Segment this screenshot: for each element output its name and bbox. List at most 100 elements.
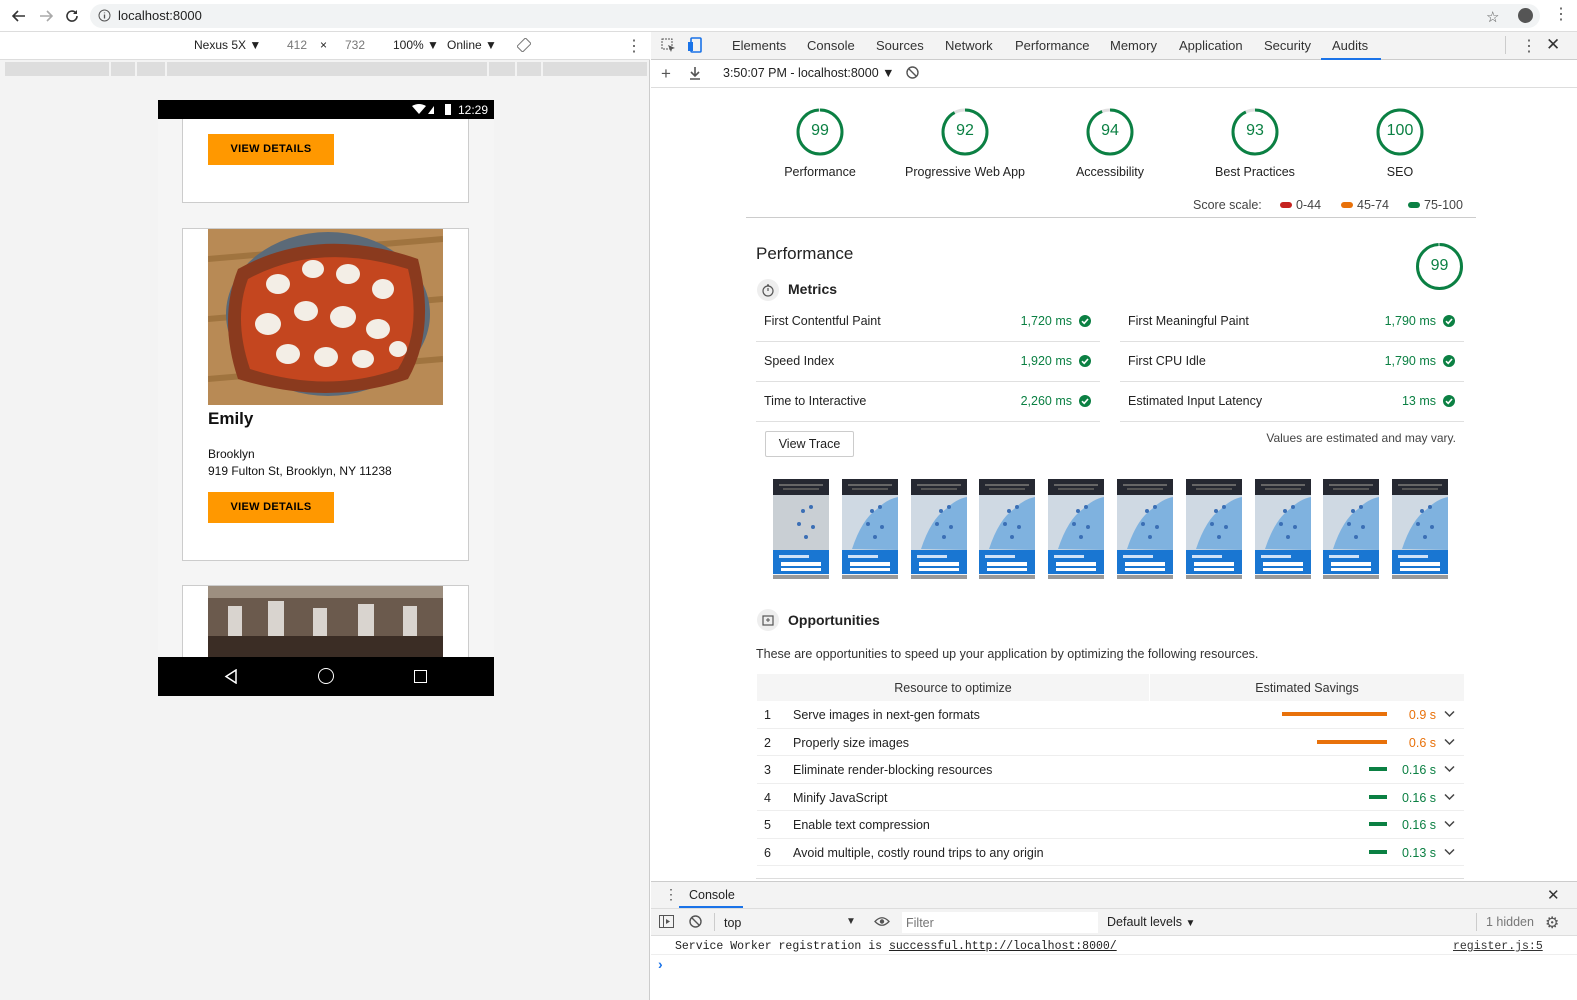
filmstrip-frame[interactable] xyxy=(1048,479,1105,579)
ruler-segment[interactable] xyxy=(5,62,111,76)
context-select[interactable]: top xyxy=(724,916,741,930)
home-nav-icon[interactable] xyxy=(318,668,334,684)
opportunity-name: Minify JavaScript xyxy=(793,790,888,805)
live-expression-eye-icon[interactable] xyxy=(874,916,890,927)
dropdown-arrow-icon: ▼ xyxy=(882,66,895,80)
score-gauge[interactable]: 92 xyxy=(940,107,990,157)
close-devtools-icon[interactable]: ✕ xyxy=(1546,35,1560,55)
inspect-element-icon[interactable] xyxy=(661,38,676,53)
clear-console-icon[interactable] xyxy=(689,915,702,928)
gauges-divider xyxy=(746,217,1476,218)
audit-session-select[interactable]: 3:50:07 PM - localhost:8000 ▼ xyxy=(723,66,895,80)
filmstrip-frame[interactable] xyxy=(1254,479,1311,579)
metric-value: 1,790 ms xyxy=(1384,354,1436,368)
log-levels-select[interactable]: Default levels ▼ xyxy=(1107,915,1195,929)
viewport-height-input[interactable]: 732 xyxy=(345,38,365,52)
chevron-down-icon[interactable] xyxy=(1444,848,1455,856)
savings-value: 0.16 s xyxy=(1401,790,1436,805)
console-message-link[interactable]: successful.http://localhost:8000/ xyxy=(889,940,1117,953)
bookmark-star-icon[interactable]: ☆ xyxy=(1486,8,1499,26)
performance-score-gauge[interactable]: 99 xyxy=(1415,242,1464,291)
gauge-score: 100 xyxy=(1386,122,1414,139)
rotate-icon[interactable] xyxy=(517,38,531,52)
tab-security[interactable]: Security xyxy=(1264,38,1311,53)
filmstrip-frame[interactable] xyxy=(773,479,829,579)
forward-icon[interactable] xyxy=(35,5,57,27)
chevron-down-icon[interactable] xyxy=(1444,738,1455,746)
dropdown-arrow-icon: ▼ xyxy=(249,38,262,52)
recents-nav-icon[interactable] xyxy=(414,670,427,683)
view-trace-button[interactable]: View Trace xyxy=(765,431,854,457)
performance-score: 99 xyxy=(1430,257,1449,274)
chevron-down-icon[interactable] xyxy=(1444,793,1455,801)
tab-application[interactable]: Application xyxy=(1179,38,1243,53)
filmstrip-frame[interactable] xyxy=(1117,479,1173,579)
filmstrip-frame[interactable] xyxy=(979,479,1036,579)
devtools-menu-icon[interactable]: ⋮ xyxy=(1521,36,1537,56)
filmstrip-frame[interactable] xyxy=(841,479,898,579)
gauge-label: SEO xyxy=(1386,165,1414,179)
score-gauge[interactable]: 100 xyxy=(1375,107,1425,157)
filmstrip-frame[interactable] xyxy=(910,479,967,579)
ruler-segment[interactable] xyxy=(167,62,489,76)
device-toolbar-menu-icon[interactable]: ⋮ xyxy=(626,36,642,56)
resource-column-header: Resource to optimize xyxy=(894,681,1012,695)
tab-elements[interactable]: Elements xyxy=(732,38,786,53)
address-bar[interactable] xyxy=(90,4,1540,28)
tab-sources[interactable]: Sources xyxy=(876,38,924,53)
zoom-select[interactable]: 100% ▼ xyxy=(393,38,439,52)
tab-console[interactable]: Console xyxy=(807,38,855,53)
tab-network[interactable]: Network xyxy=(945,38,993,53)
restaurant-photo[interactable] xyxy=(208,229,443,405)
console-drawer-tab[interactable]: Console xyxy=(689,888,735,902)
back-icon[interactable] xyxy=(8,5,30,27)
metric-name: Estimated Input Latency xyxy=(1128,394,1263,408)
ruler-segment[interactable] xyxy=(517,62,543,76)
pass-check-icon xyxy=(1443,395,1455,407)
phone-navigation-bar xyxy=(158,657,494,696)
metrics-title: Metrics xyxy=(788,281,838,297)
ruler-segment[interactable] xyxy=(137,62,167,76)
console-settings-gear-icon[interactable]: ⚙ xyxy=(1545,913,1559,933)
console-source-link[interactable]: register.js:5 xyxy=(1453,940,1543,953)
profile-avatar-icon[interactable] xyxy=(1518,8,1533,23)
sidebar-toggle-icon[interactable] xyxy=(659,915,674,928)
new-audit-icon[interactable]: + xyxy=(661,64,671,84)
chevron-down-icon[interactable] xyxy=(1444,710,1455,718)
viewport-width-input[interactable]: 412 xyxy=(287,38,307,52)
opportunity-name: Properly size images xyxy=(793,735,910,750)
media-query-ruler[interactable] xyxy=(5,62,647,76)
view-details-button[interactable]: VIEW DETAILS xyxy=(208,492,334,523)
info-icon[interactable] xyxy=(98,9,111,22)
chevron-down-icon[interactable] xyxy=(1444,820,1455,828)
download-report-icon[interactable] xyxy=(689,67,701,80)
clear-audits-icon[interactable] xyxy=(906,66,919,79)
filmstrip-frame[interactable] xyxy=(1323,479,1380,579)
view-details-button[interactable]: VIEW DETAILS xyxy=(208,134,334,165)
score-gauge[interactable]: 93 xyxy=(1230,107,1280,157)
filmstrip-frame[interactable] xyxy=(1185,479,1242,579)
device-select[interactable]: Nexus 5X ▼ xyxy=(194,38,261,52)
chevron-down-icon[interactable] xyxy=(1444,765,1455,773)
restaurant-photo[interactable] xyxy=(208,586,443,657)
device-mode-icon[interactable] xyxy=(687,37,702,53)
ruler-segment[interactable] xyxy=(489,62,517,76)
score-gauge[interactable]: 94 xyxy=(1085,107,1135,157)
drawer-menu-icon[interactable]: ⋮ xyxy=(664,886,678,903)
reload-icon[interactable] xyxy=(61,5,83,27)
ruler-segment[interactable] xyxy=(111,62,137,76)
gauge-label: Accessibility xyxy=(1075,165,1145,179)
back-nav-icon[interactable] xyxy=(224,669,238,684)
tab-memory[interactable]: Memory xyxy=(1110,38,1157,53)
console-prompt[interactable]: › xyxy=(658,956,663,972)
close-drawer-icon[interactable]: ✕ xyxy=(1547,886,1560,904)
dropdown-arrow-icon[interactable]: ▼ xyxy=(846,916,856,927)
network-throttle-select[interactable]: Online ▼ xyxy=(447,38,497,52)
console-filter-input[interactable] xyxy=(906,914,1096,932)
status-time: 12:29 xyxy=(458,103,489,117)
score-gauge[interactable]: 99 xyxy=(795,107,845,157)
tab-audits[interactable]: Audits xyxy=(1332,38,1368,53)
tab-performance[interactable]: Performance xyxy=(1015,38,1089,53)
filmstrip-frame[interactable] xyxy=(1392,479,1449,579)
browser-menu-icon[interactable]: ⋮ xyxy=(1553,6,1569,24)
